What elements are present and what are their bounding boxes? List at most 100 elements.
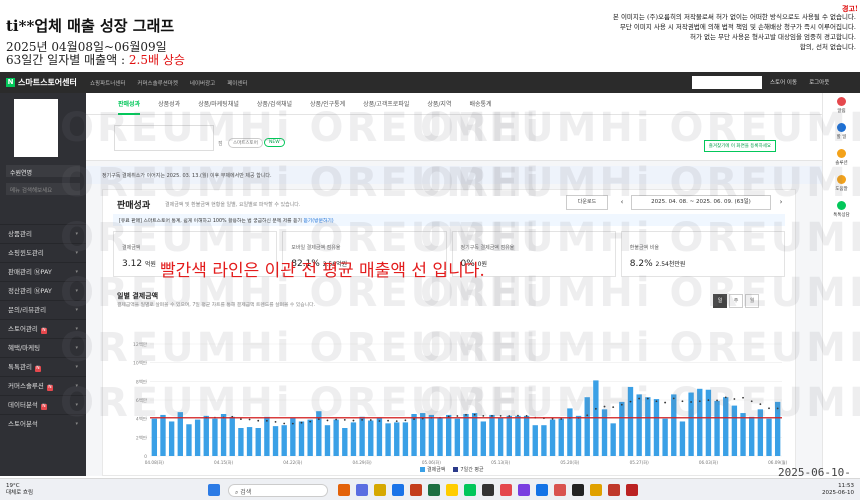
hint-text: [유료 판매] 스마트스토어 통계, 쉽게 이해하고 100% 활용하는 법 궁…	[119, 219, 302, 224]
avg-point	[378, 420, 381, 422]
sidebar-item[interactable]: 상품관리 ▾	[0, 224, 86, 243]
app-icon[interactable]	[590, 484, 602, 496]
sidebar-item[interactable]: 톡톡관리 N ▾	[0, 357, 86, 376]
performance-subtitle: 결제금액 및 환불금액 현황을 일별, 요일별로 파악할 수 있습니다.	[165, 202, 301, 208]
tab[interactable]: 상품/검색채널	[257, 99, 292, 108]
summary-highlight: 2.5배 상승	[128, 53, 185, 67]
taskbar-search[interactable]: ⌕ 검색	[228, 484, 328, 497]
favorite-button[interactable]: 즐겨찾기에 이 화면을 등록하세요	[703, 140, 776, 152]
daily-sales-chart: 02백만4백만6백만8백만10백만12백만04.08(화) 04.15(화) 04.…	[133, 341, 788, 466]
right-rail-item[interactable]: 할 일	[823, 119, 860, 145]
view-toggle: 일 주 월	[713, 294, 759, 308]
tab[interactable]: 판매성과	[118, 99, 141, 115]
right-rail-item[interactable]: 도움말	[823, 171, 860, 197]
sidebar-item[interactable]: 정산관리 ⓃPAY ▾	[0, 281, 86, 300]
brand-logo[interactable]: N 스마트스토어센터	[0, 77, 90, 88]
tab[interactable]: 상품/고객프로파일	[363, 99, 409, 108]
bar	[255, 428, 261, 456]
rail-label: 알림	[837, 109, 846, 114]
right-rail-item[interactable]: 알림	[823, 93, 860, 119]
app-icon[interactable]	[500, 484, 512, 496]
view-week-button[interactable]: 주	[729, 294, 743, 308]
avg-point	[672, 397, 675, 400]
sidebar: 수원연명 메뉴 검색해보세요 상품관리 ▾ 쇼핑윈도관리 ▾ 판매관리 ⓃPAY ▾ 정산관…	[0, 93, 86, 476]
sidebar-item[interactable]: 문의/리뷰관리 ▾	[0, 300, 86, 319]
app-icon[interactable]	[518, 484, 530, 496]
avg-point	[638, 397, 641, 400]
avg-point	[742, 396, 744, 399]
app-icon[interactable]	[338, 484, 350, 496]
weather-widget[interactable]: 19°C 대체로 흐림	[6, 483, 33, 497]
sidebar-item[interactable]: 커머스솔루션 N ▾	[0, 376, 86, 395]
folder-icon[interactable]	[374, 484, 386, 496]
naver-icon[interactable]	[464, 484, 476, 496]
store-select[interactable]: 수원연명	[6, 165, 80, 177]
rail-icon	[837, 97, 846, 106]
view-month-button[interactable]: 월	[745, 294, 759, 308]
hint-link[interactable]: 듣기(방문하기)	[303, 219, 333, 224]
sidebar-item[interactable]: 쇼핑윈도관리 ▾	[0, 243, 86, 262]
view-day-button[interactable]: 일	[713, 294, 727, 308]
bar	[610, 423, 616, 456]
app-icon[interactable]	[626, 484, 638, 496]
right-rail-item[interactable]: 솔루션	[823, 145, 860, 171]
bar	[653, 399, 660, 456]
bar	[368, 420, 374, 456]
store-switch-button[interactable]: 스토어 이동	[770, 78, 797, 86]
rail-icon	[837, 201, 846, 210]
app-icon[interactable]	[482, 484, 494, 496]
tab[interactable]: 상품/마케팅채널	[198, 99, 239, 108]
tab[interactable]: 배송통계	[469, 99, 491, 108]
avg-point	[456, 415, 459, 417]
kakaotalk-icon[interactable]	[446, 484, 458, 496]
date-range-picker[interactable]: 2025. 04. 08. ~ 2025. 06. 09. (63일)	[631, 195, 771, 210]
app-icon[interactable]	[572, 484, 584, 496]
bar	[324, 425, 331, 456]
tab[interactable]: 상품성과	[158, 99, 180, 108]
tab[interactable]: 상품/인구통계	[310, 99, 345, 108]
logout-button[interactable]: 로그아웃	[809, 78, 829, 86]
bar	[385, 423, 391, 456]
right-rail-item[interactable]: 톡톡상담	[823, 197, 860, 223]
download-button[interactable]: 다운로드	[566, 195, 608, 210]
excel-icon[interactable]	[428, 484, 440, 496]
sidebar-item[interactable]: 판매관리 ⓃPAY ▾	[0, 262, 86, 281]
powerpoint-icon[interactable]	[410, 484, 422, 496]
sidebar-item[interactable]: 스토어분석 ▾	[0, 414, 86, 433]
menu-search-input[interactable]: 메뉴 검색해보세요	[6, 183, 80, 195]
top-nav-link[interactable]: 네이버광고	[190, 79, 215, 87]
avg-point	[283, 422, 286, 425]
taskbar-search-label: 검색	[240, 489, 252, 496]
chevron-down-icon: ▾	[75, 420, 78, 427]
bar	[220, 414, 227, 456]
top-nav-link[interactable]: 페이센터	[227, 79, 247, 87]
windows-start-icon[interactable]	[208, 484, 220, 496]
sidebar-item-label: 상품관리	[8, 229, 32, 238]
system-clock[interactable]: 11:53 2025-06-10	[822, 483, 854, 497]
kpi-label: 모바일 결제금액 점유율	[291, 245, 341, 251]
rail-label: 도움말	[835, 187, 848, 192]
app-icon[interactable]	[554, 484, 566, 496]
sidebar-item[interactable]: 혜택/마케팅 ▾	[0, 338, 86, 357]
new-badge: NEW	[264, 138, 285, 147]
top-navbar: N 스마트스토어센터 쇼핑파트너센터 커머스솔루션마켓 네이버광고 페이센터 스토…	[0, 72, 860, 93]
bar	[567, 408, 573, 456]
avg-point	[603, 405, 606, 408]
chevron-down-icon: ▾	[75, 401, 78, 408]
tab[interactable]: 상품/지역	[427, 99, 451, 108]
acrobat-icon[interactable]	[608, 484, 620, 496]
brand-name: 스마트스토어센터	[18, 78, 77, 87]
bar	[549, 419, 556, 456]
browser-icon[interactable]	[392, 484, 404, 496]
date-next-button[interactable]: ›	[775, 195, 787, 210]
sidebar-item[interactable]: 데이터분석 N ▾	[0, 395, 86, 414]
top-nav-link[interactable]: 커머스솔루션마켓	[137, 79, 177, 87]
bar	[151, 418, 158, 456]
date-prev-button[interactable]: ‹	[616, 195, 628, 210]
sidebar-item[interactable]: 스토어관리 N ▾	[0, 319, 86, 338]
kpi-value: 8.2% 2.54천만원	[630, 259, 686, 269]
top-nav-link[interactable]: 쇼핑파트너센터	[90, 79, 125, 87]
app-icon[interactable]	[356, 484, 368, 496]
avg-point	[404, 419, 407, 422]
photoshop-icon[interactable]	[536, 484, 548, 496]
